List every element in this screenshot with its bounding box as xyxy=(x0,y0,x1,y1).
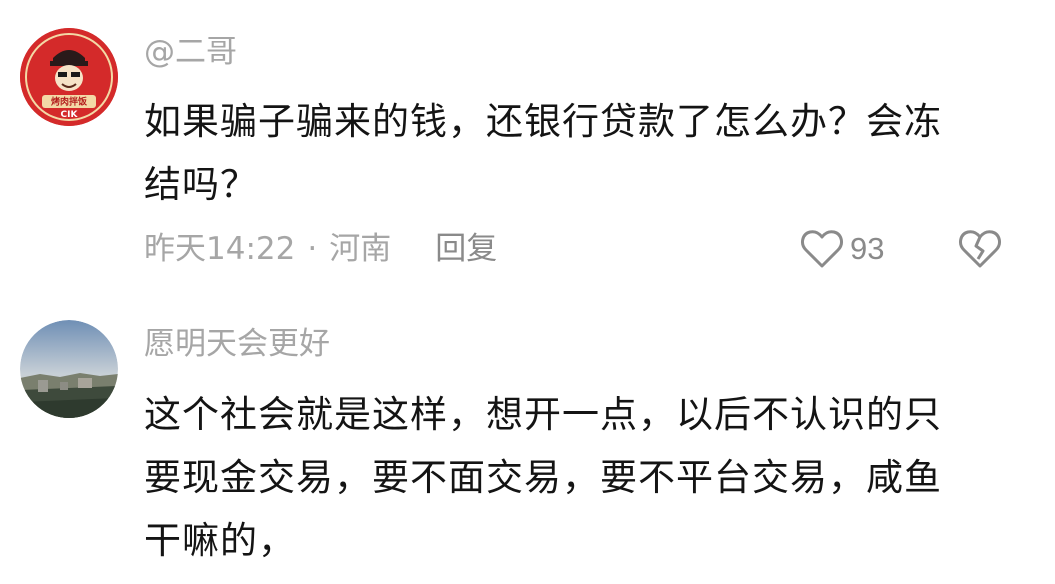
comment-item: 烤肉拌饭 CIK @二哥 如果骗子骗来的钱，还银行贷款了怎么办？会冻 结吗？ 昨… xyxy=(0,0,1055,300)
comment-time: 昨天14:22 xyxy=(144,231,296,267)
comment-meta: 昨天14:22 · 河南 回复 xyxy=(144,226,497,272)
broken-heart-icon xyxy=(959,230,1001,268)
comment-item: 愿明天会更好 这个社会就是这样，想开一点，以后不认识的只 要现金交易，要不面交易… xyxy=(0,300,1055,584)
comment-text: 这个社会就是这样，想开一点，以后不认识的只 要现金交易，要不面交易，要不平台交易… xyxy=(144,383,1024,572)
meta-separator: · xyxy=(307,231,318,267)
like-button[interactable]: 93 xyxy=(800,224,884,274)
comment-location: 河南 xyxy=(329,231,392,267)
avatar[interactable] xyxy=(20,320,118,418)
svg-text:CIK: CIK xyxy=(61,110,79,120)
dislike-button[interactable] xyxy=(958,226,1002,270)
landscape-photo-avatar xyxy=(20,320,118,418)
comment-text-line: 这个社会就是这样，想开一点，以后不认识的只 xyxy=(144,393,942,436)
comment-text-line: 要现金交易，要不面交易，要不平台交易，咸鱼 xyxy=(144,456,942,499)
svg-text:烤肉拌饭: 烤肉拌饭 xyxy=(51,96,87,108)
comment-text-line: 如果骗子骗来的钱，还银行贷款了怎么办？会冻 xyxy=(144,100,942,143)
heart-icon xyxy=(801,230,843,268)
comment-text-line: 干嘛的， xyxy=(144,519,296,562)
username[interactable]: @二哥 xyxy=(144,32,237,72)
cartoon-restaurant-logo-avatar: 烤肉拌饭 CIK xyxy=(20,28,118,126)
avatar[interactable]: 烤肉拌饭 CIK xyxy=(20,28,118,126)
username[interactable]: 愿明天会更好 xyxy=(144,324,330,364)
comment-text: 如果骗子骗来的钱，还银行贷款了怎么办？会冻 结吗？ xyxy=(144,90,1024,216)
comment-text-line: 结吗？ xyxy=(144,163,258,206)
like-count: 93 xyxy=(850,231,885,266)
reply-button[interactable]: 回复 xyxy=(435,231,497,267)
